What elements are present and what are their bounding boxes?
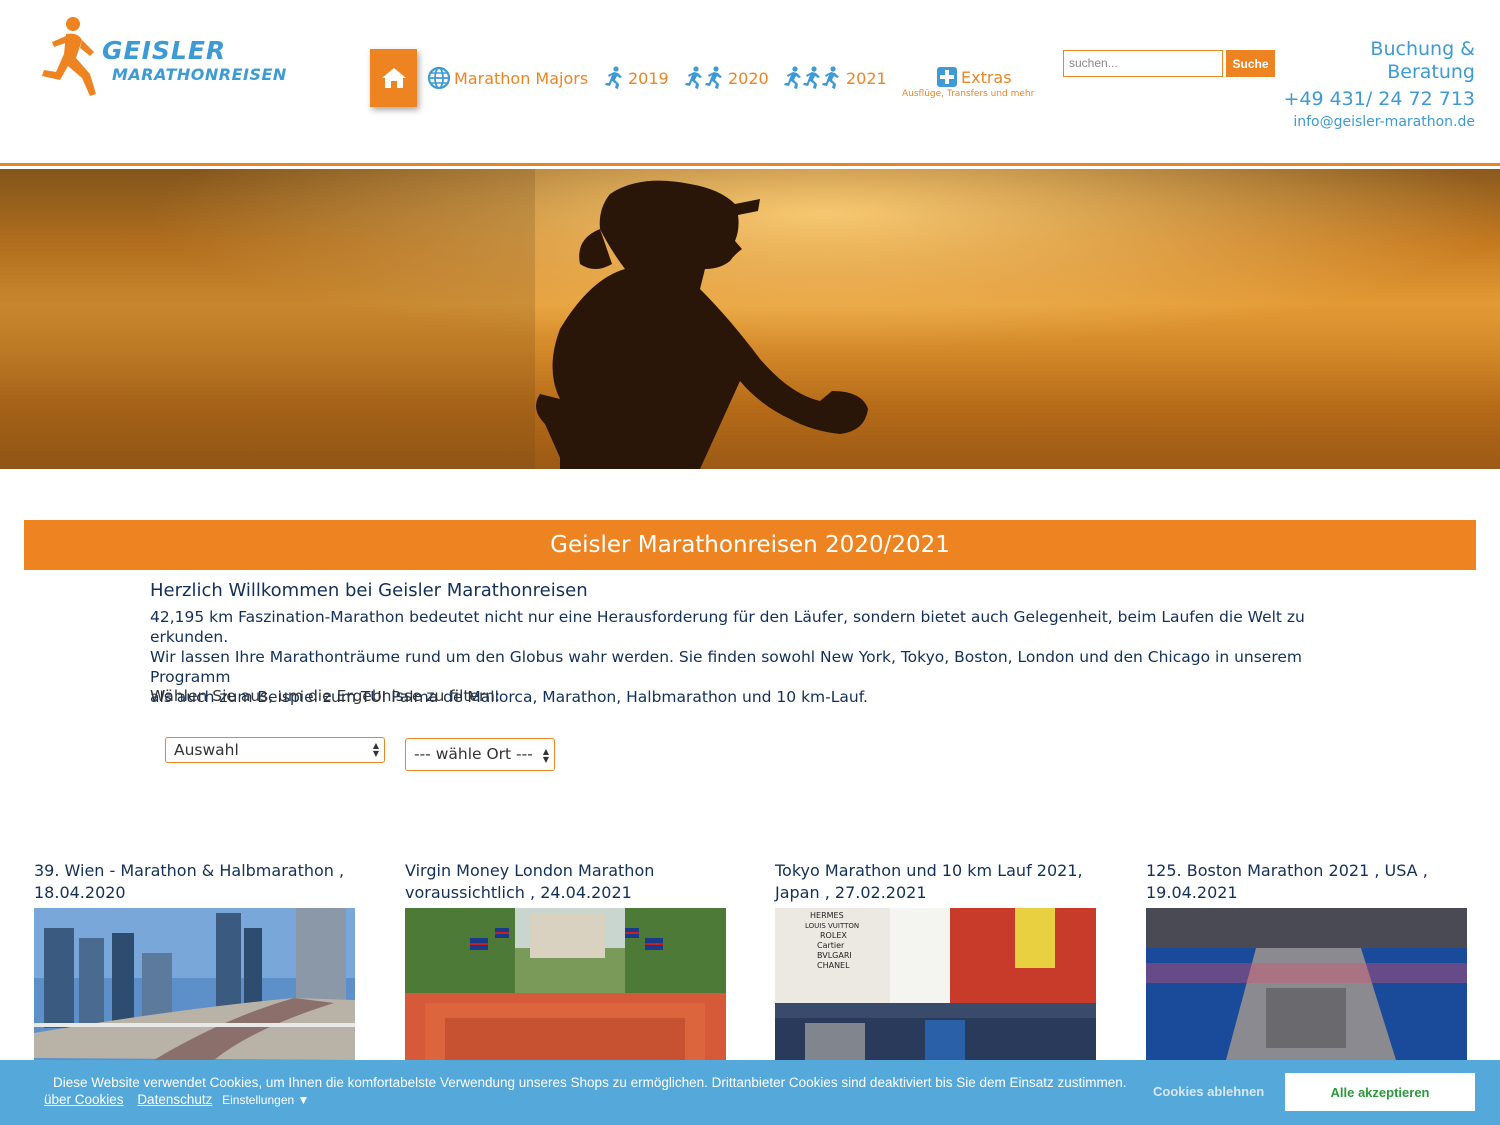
event-title-line2: voraussichtlich , 24.04.2021 (405, 883, 632, 902)
nav-2021-label: 2021 (846, 68, 887, 88)
contact-block: Buchung & Beratung +49 431/ 24 72 713 in… (1283, 38, 1475, 130)
select-arrows-icon: ▲ ▼ (372, 741, 379, 758)
logo-text-marathonreisen: MARATHONREISEN (112, 65, 287, 84)
event-title-line2: 19.04.2021 (1146, 883, 1238, 902)
intro-line2: Wir lassen Ihre Marathonträume rund um d… (150, 648, 1302, 686)
event-image-boston[interactable] (1146, 908, 1467, 1060)
plus-icon (937, 67, 957, 87)
booking-link[interactable]: Buchung & Beratung (1283, 38, 1475, 84)
nav-marathon-majors-label: Marathon Majors (454, 68, 589, 88)
cookie-banner: Diese Website verwendet Cookies, um Ihne… (0, 1060, 1500, 1125)
category-select-value: Auswahl (174, 741, 239, 759)
tokyo-sign-louis-vuitton: LOUIS VUITTON (805, 922, 859, 930)
logo-text-geisler: GEISLER (102, 36, 227, 65)
hero-image (0, 169, 1500, 469)
event-card-title[interactable]: Virgin Money London Marathon voraussicht… (405, 860, 726, 908)
event-card-london[interactable]: Virgin Money London Marathon voraussicht… (405, 860, 726, 1060)
nav-2019[interactable]: 2019 (603, 66, 669, 90)
tokyo-sign-bvlgari: BVLGARI (817, 951, 852, 960)
event-image-wien[interactable] (34, 908, 355, 1060)
event-card-wien[interactable]: 39. Wien - Marathon & Halbmarathon , 18.… (34, 860, 355, 1060)
home-button[interactable] (370, 49, 417, 107)
select-arrows-icon: ▲ ▼ (542, 747, 549, 764)
intro-line1: 42,195 km Faszination-Marathon bedeutet … (150, 608, 1305, 646)
cookie-decline-button[interactable]: Cookies ablehnen (1153, 1084, 1264, 1099)
tokyo-sign-cartier: Cartier (817, 941, 845, 950)
tokyo-sign-rolex: ROLEX (820, 931, 847, 940)
event-title-line1: Virgin Money London Marathon (405, 861, 655, 880)
tokyo-sign-chanel: CHANEL (817, 961, 850, 970)
page-title-banner: Geisler Marathonreisen 2020/2021 (24, 520, 1476, 570)
booking-line1: Buchung & (1370, 38, 1475, 60)
cookie-info-link[interactable]: über Cookies (44, 1092, 124, 1107)
site-logo[interactable]: GEISLER MARATHONREISEN (38, 14, 288, 104)
cookie-message: Diese Website verwendet Cookies, um Ihne… (53, 1075, 1127, 1090)
contact-email[interactable]: info@geisler-marathon.de (1283, 114, 1475, 130)
booking-line2: Beratung (1387, 61, 1475, 83)
nav-2020[interactable]: 2020 (683, 66, 769, 90)
event-title-line2: Japan , 27.02.2021 (775, 883, 927, 902)
event-card-title[interactable]: 39. Wien - Marathon & Halbmarathon , 18.… (34, 860, 355, 908)
nav-marathon-majors[interactable]: Marathon Majors (427, 66, 588, 90)
runner-icon (605, 66, 622, 89)
event-title-line1: Tokyo Marathon und 10 km Lauf 2021, (775, 861, 1083, 880)
event-title-line2: 18.04.2020 (34, 883, 126, 902)
search-input[interactable]: suchen... (1063, 50, 1223, 77)
nav-extras-label: Extras (961, 67, 1012, 87)
contact-phone[interactable]: +49 431/ 24 72 713 (1283, 88, 1475, 110)
cookie-text-block: Diese Website verwendet Cookies, um Ihne… (40, 1074, 1130, 1109)
tokyo-sign-hermes: HERMES (810, 911, 844, 920)
nav-2021[interactable]: 2021 (783, 66, 887, 90)
nav-2020-label: 2020 (728, 68, 769, 88)
search-button[interactable]: Suche (1226, 50, 1275, 77)
intro-heading: Herzlich Willkommen bei Geisler Marathon… (150, 580, 588, 601)
chevron-down-icon: ▼ (297, 1093, 310, 1107)
privacy-link[interactable]: Datenschutz (137, 1092, 212, 1107)
event-title-line1: 125. Boston Marathon 2021 , USA , (1146, 861, 1428, 880)
cookie-accept-button[interactable]: Alle akzeptieren (1285, 1073, 1475, 1111)
runner-silhouette-image (0, 169, 1500, 469)
event-image-tokyo[interactable]: HERMES LOUIS VUITTON ROLEX Cartier BVLGA… (775, 908, 1096, 1060)
home-icon (381, 68, 406, 88)
event-card-title[interactable]: 125. Boston Marathon 2021 , USA , 19.04.… (1146, 860, 1467, 908)
category-select[interactable]: Auswahl ▲ ▼ (165, 737, 385, 763)
event-card-title[interactable]: Tokyo Marathon und 10 km Lauf 2021, Japa… (775, 860, 1096, 908)
location-select[interactable]: --- wähle Ort --- ▲ ▼ (405, 738, 555, 771)
nav-extras-subtitle: Ausflüge, Transfers und mehr (902, 89, 1035, 99)
cookie-settings-label: Einstellungen (222, 1093, 295, 1107)
location-select-value: --- wähle Ort --- (414, 745, 533, 763)
runners-icon (784, 66, 839, 89)
runner-logo-icon (42, 17, 96, 96)
nav-2019-label: 2019 (628, 68, 669, 88)
event-title-line1: 39. Wien - Marathon & Halbmarathon , (34, 861, 345, 880)
event-card-tokyo[interactable]: Tokyo Marathon und 10 km Lauf 2021, Japa… (775, 860, 1096, 1060)
cookie-settings-toggle[interactable]: Einstellungen ▼ (222, 1093, 309, 1107)
site-header: GEISLER MARATHONREISEN Marathon Majors 2… (0, 0, 1500, 166)
globe-icon (427, 66, 451, 90)
event-card-boston[interactable]: 125. Boston Marathon 2021 , USA , 19.04.… (1146, 860, 1467, 1060)
runners-icon (685, 66, 722, 89)
nav-extras[interactable]: Extras (936, 66, 1012, 88)
event-image-london[interactable] (405, 908, 726, 1060)
filter-label: Wählen Sie aus, um die Ergebnisse zu fil… (150, 687, 501, 705)
